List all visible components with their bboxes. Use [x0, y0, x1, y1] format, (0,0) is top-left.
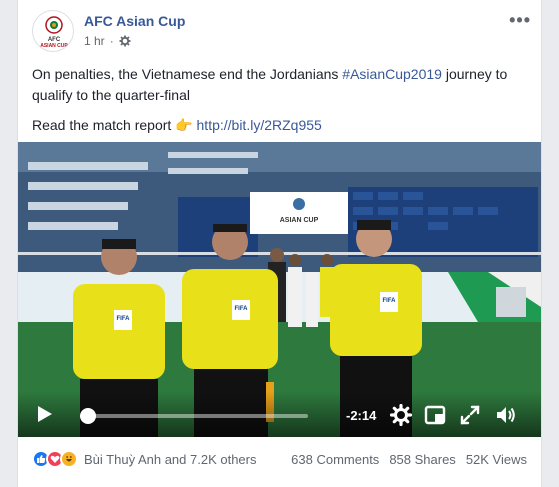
report-label: Read the match report	[32, 117, 176, 133]
jersey-badge-1: FIFA	[117, 316, 131, 322]
post-body: On penalties, the Vietnamese end the Jor…	[32, 64, 512, 145]
pointing-right-icon: 👉	[175, 117, 193, 133]
reaction-names[interactable]: Bùi Thuỳ Anh and 7.2K others	[84, 452, 257, 467]
avatar-text-2: ASIAN CUP	[40, 43, 68, 49]
jersey-badge-3: FIFA	[383, 298, 397, 304]
settings-gear-icon[interactable]	[390, 404, 412, 426]
post-time[interactable]: 1 hr	[84, 34, 105, 48]
page-avatar[interactable]: AFC ASIAN CUP	[32, 10, 74, 52]
hashtag-link[interactable]: #AsianCup2019	[342, 66, 442, 82]
jersey-badge-2: FIFA	[235, 306, 249, 312]
volume-icon[interactable]	[495, 404, 517, 426]
comments-count[interactable]: 638 Comments	[291, 452, 379, 467]
gear-icon[interactable]	[119, 35, 131, 47]
post-meta: 1 hr ·	[84, 34, 131, 48]
fullscreen-icon[interactable]	[459, 404, 481, 426]
separator: ·	[109, 34, 114, 48]
post-header: AFC ASIAN CUP AFC Asian Cup 1 hr · •••	[32, 10, 531, 54]
progress-knob[interactable]	[80, 408, 96, 424]
video-player[interactable]: ASIAN CUP FIFA FIFA FIFA -2:14	[18, 142, 541, 437]
time-remaining: -2:14	[346, 408, 377, 423]
report-link[interactable]: http://bit.ly/2RZq955	[197, 117, 322, 133]
report-line: Read the match report 👉 http://bit.ly/2R…	[32, 115, 512, 136]
post-card: AFC ASIAN CUP AFC Asian Cup 1 hr · ••• O…	[17, 0, 542, 487]
reactions-summary[interactable]: Bùi Thuỳ Anh and 7.2K others	[32, 450, 257, 468]
haha-reaction-icon	[60, 450, 78, 468]
engagement-stats: 638 Comments 858 Shares 52K Views	[291, 452, 527, 467]
video-controls: -2:14	[18, 391, 541, 437]
post-message-text: On penalties, the Vietnamese end the Jor…	[32, 66, 343, 82]
board-label: ASIAN CUP	[280, 217, 319, 224]
post-footer: Bùi Thuỳ Anh and 7.2K others 638 Comment…	[32, 447, 527, 471]
more-options-button[interactable]: •••	[509, 10, 531, 31]
miniplayer-icon[interactable]	[424, 404, 446, 426]
post-message: On penalties, the Vietnamese end the Jor…	[32, 64, 512, 106]
shares-count[interactable]: 858 Shares	[389, 452, 456, 467]
progress-bar[interactable]	[80, 414, 308, 418]
views-count: 52K Views	[465, 451, 527, 467]
play-icon[interactable]	[36, 404, 54, 424]
page-name-link[interactable]: AFC Asian Cup	[84, 13, 185, 29]
